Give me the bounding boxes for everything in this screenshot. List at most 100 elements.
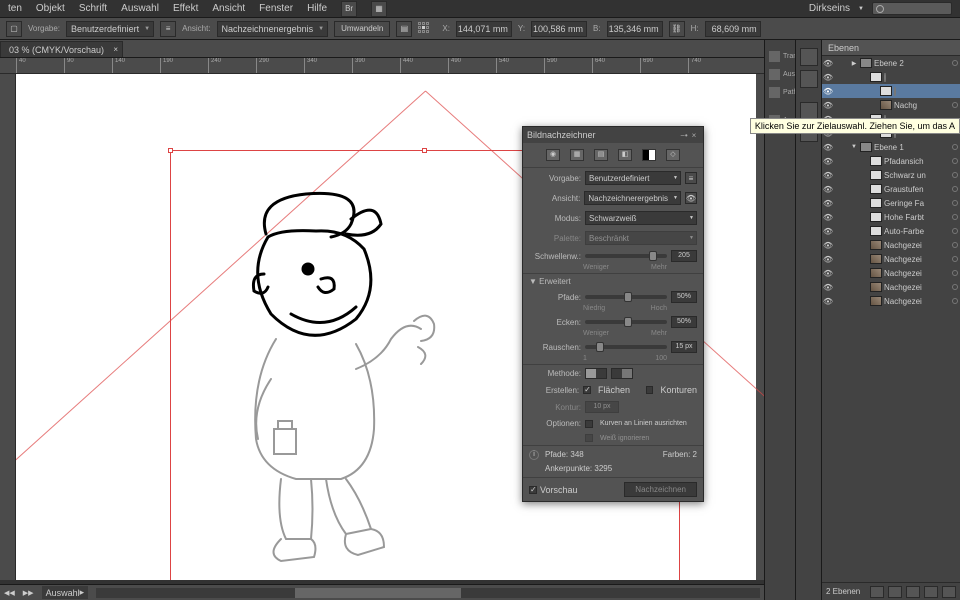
target-icon[interactable] [952, 158, 958, 164]
visibility-icon[interactable]: 👁 [822, 157, 834, 166]
target-icon[interactable] [952, 298, 958, 304]
visibility-icon[interactable]: 👁 [822, 73, 834, 82]
layer-row[interactable]: 👁 ▼ Ebene 1 [822, 140, 960, 154]
target-icon[interactable] [952, 284, 958, 290]
layer-name[interactable]: Graustufen [884, 185, 950, 194]
target-icon[interactable] [952, 214, 958, 220]
threshold-slider[interactable] [585, 254, 667, 258]
layer-name[interactable]: Pfadansich [884, 157, 950, 166]
x-input[interactable]: 144,071 mm [456, 21, 512, 37]
preset-menu-icon[interactable]: ≡ [685, 172, 697, 184]
locate-icon[interactable] [870, 586, 884, 598]
w-input[interactable]: 135,346 mm [607, 21, 663, 37]
target-icon[interactable] [952, 228, 958, 234]
layer-row[interactable]: 👁Nachgezei [822, 294, 960, 308]
selection-handle[interactable] [422, 148, 427, 153]
layer-name[interactable]: Nachgezei [884, 241, 950, 250]
nav-next-icon[interactable]: ▶▶ [23, 589, 34, 597]
layer-row[interactable]: 👁 [822, 70, 960, 84]
dock-pathfinder[interactable]: Pathfinder [765, 84, 795, 100]
method-toggle-abutting[interactable] [585, 368, 607, 379]
layer-name[interactable]: Schwarz un [884, 171, 950, 180]
visibility-icon[interactable]: 👁 [822, 227, 834, 236]
disclosure-icon[interactable]: ▶ [850, 60, 858, 67]
close-icon[interactable]: × [689, 131, 699, 140]
expand-button[interactable]: Umwandeln [334, 21, 390, 37]
clip-mask-icon[interactable] [888, 586, 902, 598]
target-icon[interactable] [952, 256, 958, 262]
preview-checkbox[interactable] [529, 486, 537, 494]
visibility-icon[interactable]: 👁 [822, 101, 834, 110]
visibility-icon[interactable]: 👁 [822, 255, 834, 264]
visibility-icon[interactable]: 👁 [822, 297, 834, 306]
status-selection[interactable]: Auswahl ▸ [42, 586, 89, 599]
corners-value[interactable]: 50% [671, 316, 697, 328]
scrollbar-thumb[interactable] [295, 588, 461, 598]
layer-name[interactable]: Nachgezei [884, 269, 950, 278]
layer-name[interactable]: Nachgezei [884, 283, 950, 292]
layer-name[interactable]: Nachg [894, 101, 950, 110]
swatches-icon[interactable] [800, 70, 818, 88]
color-icon[interactable] [800, 48, 818, 66]
trace-view-dropdown[interactable]: Nachzeichnerergebnis [584, 191, 681, 205]
layer-row[interactable]: 👁Schwarz un [822, 168, 960, 182]
layer-row[interactable]: 👁 Graustufen [822, 182, 960, 196]
paths-slider[interactable] [585, 295, 667, 299]
layer-row[interactable]: 👁Geringe Fa [822, 196, 960, 210]
layer-row[interactable]: 👁Nachgezei [822, 252, 960, 266]
menu-item[interactable]: ten [8, 3, 22, 14]
layer-row[interactable]: 👁 Nachgezei [822, 238, 960, 252]
layer-row[interactable]: 👁 Nachgezei [822, 266, 960, 280]
advanced-section[interactable]: ▼ Erweitert [523, 273, 703, 289]
layer-row[interactable]: 👁Hohe Farbt [822, 210, 960, 224]
new-sublayer-icon[interactable] [906, 586, 920, 598]
layer-row[interactable]: 👁 [822, 84, 960, 98]
visibility-icon[interactable]: 👁 [822, 87, 834, 96]
layout-icon[interactable]: ▦ [371, 1, 387, 17]
ruler-vertical[interactable] [0, 74, 16, 580]
trace-panel-icon[interactable]: ▤ [396, 21, 412, 37]
nav-prev-icon[interactable]: ◀◀ [4, 589, 15, 597]
preset-hi-icon[interactable]: ▦ [570, 149, 584, 161]
panel-header[interactable]: Bildnachzeichner −• × [523, 127, 703, 143]
menu-item[interactable]: Fenster [259, 3, 293, 14]
visibility-icon[interactable]: 👁 [822, 59, 834, 68]
layer-name[interactable]: Auto-Farbe [884, 227, 950, 236]
eye-icon[interactable]: 👁 [685, 192, 697, 204]
visibility-icon[interactable]: 👁 [822, 185, 834, 194]
visibility-icon[interactable]: 👁 [822, 241, 834, 250]
layer-row[interactable]: 👁 Auto-Farbe [822, 224, 960, 238]
visibility-icon[interactable]: 👁 [822, 199, 834, 208]
visibility-icon[interactable]: 👁 [822, 143, 834, 152]
dock-align[interactable]: Ausrichten [765, 66, 795, 82]
target-icon[interactable] [952, 270, 958, 276]
trace-mode-dropdown[interactable]: Schwarzweiß [585, 211, 697, 225]
visibility-icon[interactable]: 👁 [822, 269, 834, 278]
target-icon[interactable] [952, 60, 958, 66]
snap-curves-checkbox[interactable] [585, 420, 593, 428]
target-icon[interactable] [952, 186, 958, 192]
target-icon[interactable] [884, 73, 886, 82]
preset-outline-icon[interactable]: ◇ [666, 149, 680, 161]
h-input[interactable]: 68,609 mm [705, 21, 761, 37]
disclosure-icon[interactable]: ▼ [850, 144, 858, 150]
close-icon[interactable]: × [113, 45, 118, 54]
target-icon[interactable] [952, 144, 958, 150]
target-icon[interactable] [952, 200, 958, 206]
preset-lo-icon[interactable]: ▤ [594, 149, 608, 161]
y-input[interactable]: 100,586 mm [531, 21, 587, 37]
layer-name[interactable]: Hohe Farbt [884, 213, 950, 222]
fills-checkbox[interactable] [583, 386, 591, 394]
strokes-checkbox[interactable] [646, 386, 654, 394]
scrollbar-horizontal[interactable] [96, 588, 760, 598]
menu-item[interactable]: Schrift [79, 3, 107, 14]
layers-tab[interactable]: Ebenen [822, 40, 960, 56]
paths-value[interactable]: 50% [671, 291, 697, 303]
search-input[interactable] [872, 2, 952, 15]
layer-name[interactable]: Ebene 1 [874, 143, 950, 152]
menu-item[interactable]: Auswahl [121, 3, 159, 14]
preset-bw-icon[interactable] [642, 149, 656, 161]
target-icon[interactable] [894, 87, 896, 96]
delete-icon[interactable] [942, 586, 956, 598]
reference-point-icon[interactable] [418, 22, 436, 36]
